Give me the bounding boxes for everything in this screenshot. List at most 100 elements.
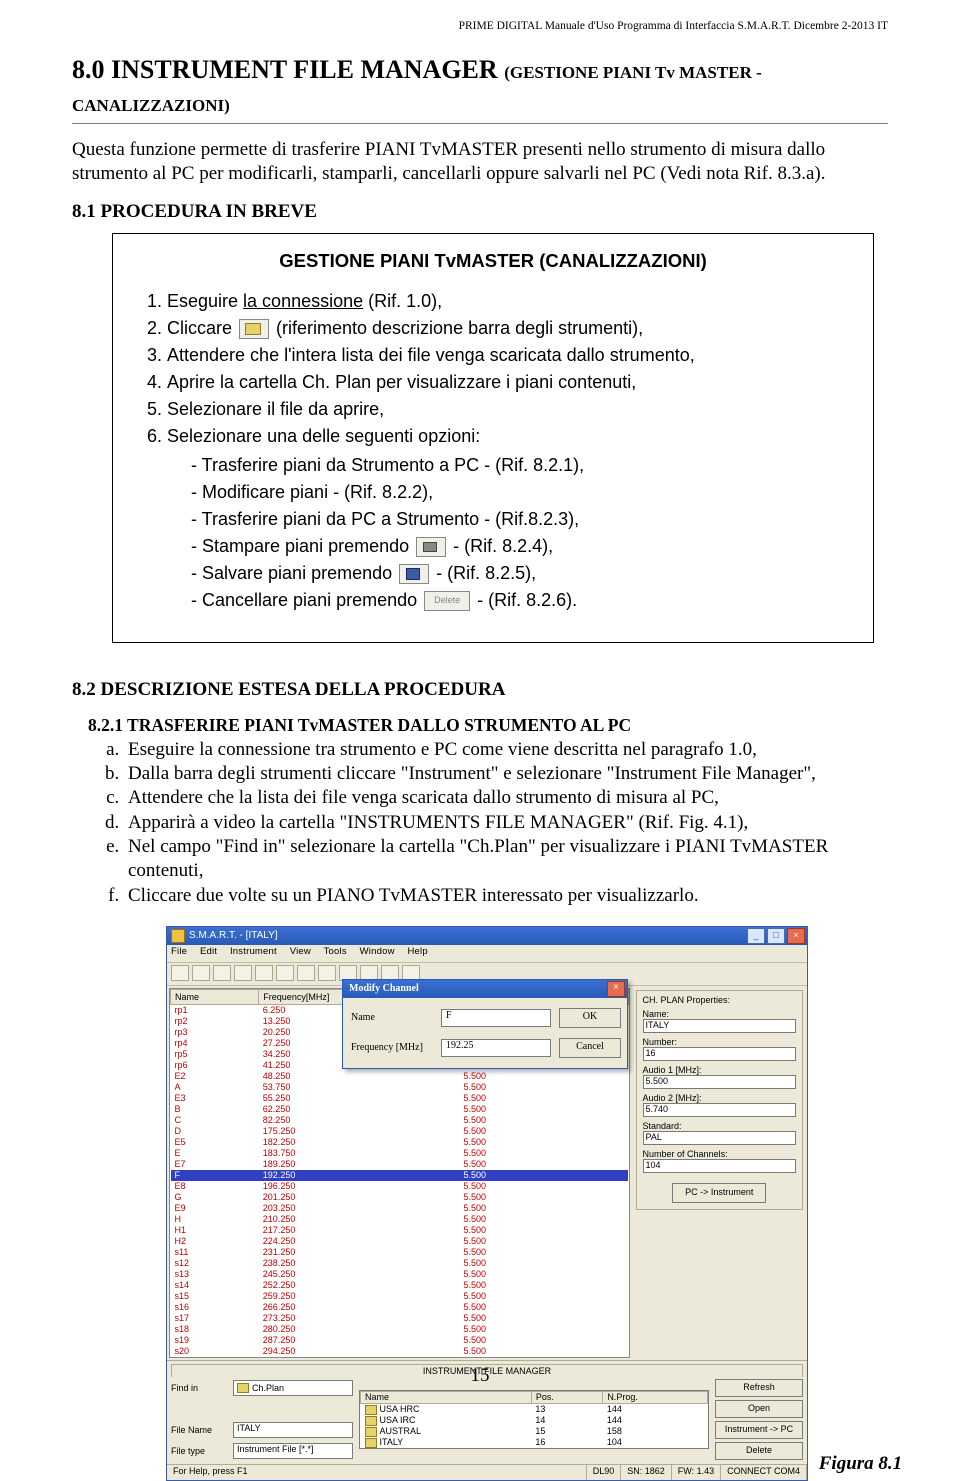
step-6: Selezionare una delle seguenti opzioni: … xyxy=(167,423,853,614)
table-row[interactable]: B62.2505.500 xyxy=(171,1104,629,1115)
modal-cancel-button[interactable]: Cancel xyxy=(559,1038,621,1058)
table-row[interactable]: G201.2505.500 xyxy=(171,1192,629,1203)
toolbar-button[interactable] xyxy=(318,965,336,981)
table-row[interactable]: s11231.2505.500 xyxy=(171,1247,629,1258)
modal-name-input[interactable]: F xyxy=(441,1009,551,1027)
modal-title: Modify Channel xyxy=(349,983,419,994)
table-row[interactable]: E9203.2505.500 xyxy=(171,1203,629,1214)
modal-freq-input[interactable]: 192.25 xyxy=(441,1039,551,1057)
figure-8-1: S.M.A.R.T. - [ITALY] _ □ × File Edit Ins… xyxy=(72,926,888,1481)
properties-pane: CH. PLAN Properties: Name: ITALY Number:… xyxy=(632,986,807,1360)
minimize-button[interactable]: _ xyxy=(747,928,765,944)
menu-help[interactable]: Help xyxy=(407,946,427,957)
table-row[interactable]: E8196.2505.500 xyxy=(171,1181,629,1192)
ifm-filetype-label: File type xyxy=(171,1446,227,1456)
table-row[interactable]: s16266.2505.500 xyxy=(171,1302,629,1313)
ifm-delete-button[interactable]: Delete xyxy=(715,1442,803,1460)
table-row[interactable]: s20294.2505.500 xyxy=(171,1346,629,1357)
toolbar-button[interactable] xyxy=(255,965,273,981)
toolbar-button[interactable] xyxy=(276,965,294,981)
table-row[interactable]: s15259.2505.500 xyxy=(171,1291,629,1302)
props-number-value[interactable]: 16 xyxy=(643,1047,796,1061)
table-row[interactable]: E248.2505.500 xyxy=(171,1071,629,1082)
toolbar-button[interactable] xyxy=(192,965,210,981)
ifm-filename-label: File Name xyxy=(171,1425,227,1435)
menubar[interactable]: File Edit Instrument View Tools Window H… xyxy=(167,945,807,963)
folder-icon xyxy=(365,1405,377,1415)
status-dl: DL90 xyxy=(587,1465,622,1480)
table-row[interactable]: E183.7505.500 xyxy=(171,1148,629,1159)
running-header: PRIME DIGITAL Manuale d'Uso Programma di… xyxy=(72,20,888,32)
table-row[interactable]: USA IRC14144 xyxy=(361,1415,708,1426)
menu-view[interactable]: View xyxy=(290,946,311,957)
table-row[interactable]: AUSTRAL15158 xyxy=(361,1426,708,1437)
table-row[interactable]: E5182.2505.500 xyxy=(171,1137,629,1148)
alpha-d: Apparirà a video la cartella "INSTRUMENT… xyxy=(124,811,888,835)
table-row[interactable]: H210.2505.500 xyxy=(171,1214,629,1225)
table-row[interactable]: F192.2505.500 xyxy=(171,1170,629,1181)
close-button[interactable]: × xyxy=(787,928,805,944)
h1-main: 8.0 INSTRUMENT FILE MANAGER xyxy=(72,55,504,84)
toolbar-button[interactable] xyxy=(213,965,231,981)
ifm-col-nprog[interactable]: N.Prog. xyxy=(603,1391,708,1403)
menu-window[interactable]: Window xyxy=(360,946,395,957)
ifm-filename-value[interactable]: ITALY xyxy=(233,1422,353,1438)
status-fw: FW: 1.43 xyxy=(672,1465,721,1480)
menu-edit[interactable]: Edit xyxy=(200,946,217,957)
option-5: Salvare piani premendo - (Rif. 8.2.5), xyxy=(191,560,853,587)
modal-close-button[interactable]: × xyxy=(607,981,625,997)
table-row[interactable]: A53.7505.500 xyxy=(171,1082,629,1093)
ifm-col-name[interactable]: Name xyxy=(361,1391,532,1403)
toolbar-button[interactable] xyxy=(171,965,189,981)
props-std-label: Standard: xyxy=(643,1121,796,1131)
table-row[interactable]: H1217.2505.500 xyxy=(171,1225,629,1236)
toolbar-button[interactable] xyxy=(297,965,315,981)
section-8-2-1-heading: 8.2.1 TRASFERIRE PIANI TvMASTER DALLO ST… xyxy=(88,715,888,736)
ifm-file-table[interactable]: Name Pos. N.Prog. USA HRC13144USA IRC141… xyxy=(359,1390,709,1449)
table-row[interactable]: s14252.2505.500 xyxy=(171,1280,629,1291)
table-row[interactable]: E7189.2505.500 xyxy=(171,1159,629,1170)
table-row[interactable]: ITALY16104 xyxy=(361,1437,708,1448)
alpha-e: Nel campo "Find in" selezionare la carte… xyxy=(124,835,888,884)
alpha-steps: Eseguire la connessione tra strumento e … xyxy=(96,738,888,908)
heading-underline xyxy=(72,123,888,124)
props-name-label: Name: xyxy=(643,1009,796,1019)
menu-tools[interactable]: Tools xyxy=(324,946,347,957)
ifm-filetype-value[interactable]: Instrument File [*.*] xyxy=(233,1443,353,1459)
props-a1-value[interactable]: 5.500 xyxy=(643,1075,796,1089)
alpha-f: Cliccare due volte su un PIANO TvMASTER … xyxy=(124,884,888,908)
folder-icon xyxy=(365,1438,377,1448)
table-row[interactable]: s12238.2505.500 xyxy=(171,1258,629,1269)
menu-instrument[interactable]: Instrument xyxy=(230,946,277,957)
procedure-box-title: GESTIONE PIANI TvMASTER (CANALIZZAZIONI) xyxy=(133,250,853,272)
statusbar: For Help, press F1 DL90 SN: 1862 FW: 1.4… xyxy=(167,1464,807,1480)
props-std-value[interactable]: PAL xyxy=(643,1131,796,1145)
toolbar-button[interactable] xyxy=(234,965,252,981)
table-row[interactable]: C82.2505.500 xyxy=(171,1115,629,1126)
maximize-button[interactable]: □ xyxy=(767,928,785,944)
modal-ok-button[interactable]: OK xyxy=(559,1008,621,1028)
props-a2-label: Audio 2 [MHz]: xyxy=(643,1093,796,1103)
table-row[interactable]: D175.2505.500 xyxy=(171,1126,629,1137)
option-3: Trasferire piani da PC a Strumento - (Ri… xyxy=(191,506,853,533)
ifm-instrument-to-pc-button[interactable]: Instrument -> PC xyxy=(715,1421,803,1439)
table-row[interactable]: s13245.2505.500 xyxy=(171,1269,629,1280)
table-row[interactable]: s18280.2505.500 xyxy=(171,1324,629,1335)
window-title: S.M.A.R.T. - [ITALY] xyxy=(189,930,278,941)
option-2: Modificare piani - (Rif. 8.2.2), xyxy=(191,479,853,506)
delete-icon xyxy=(424,591,470,611)
table-row[interactable]: USA HRC13144 xyxy=(361,1403,708,1415)
props-nch-value: 104 xyxy=(643,1159,796,1173)
ifm-col-pos[interactable]: Pos. xyxy=(531,1391,603,1403)
table-row[interactable]: s17273.2505.500 xyxy=(171,1313,629,1324)
table-row[interactable]: H2224.2505.500 xyxy=(171,1236,629,1247)
props-a2-value[interactable]: 5.740 xyxy=(643,1103,796,1117)
table-row[interactable]: E355.2505.500 xyxy=(171,1093,629,1104)
col-name[interactable]: Name xyxy=(171,989,259,1004)
menu-file[interactable]: File xyxy=(171,946,187,957)
option-4: Stampare piani premendo - (Rif. 8.2.4), xyxy=(191,533,853,560)
table-row[interactable]: s19287.2505.500 xyxy=(171,1335,629,1346)
pc-to-instrument-button[interactable]: PC -> Instrument xyxy=(672,1183,766,1203)
procedure-steps: Eseguire la connessione (Rif. 1.0), Clic… xyxy=(141,288,853,614)
section-8-2-heading: 8.2 DESCRIZIONE ESTESA DELLA PROCEDURA xyxy=(72,679,888,701)
